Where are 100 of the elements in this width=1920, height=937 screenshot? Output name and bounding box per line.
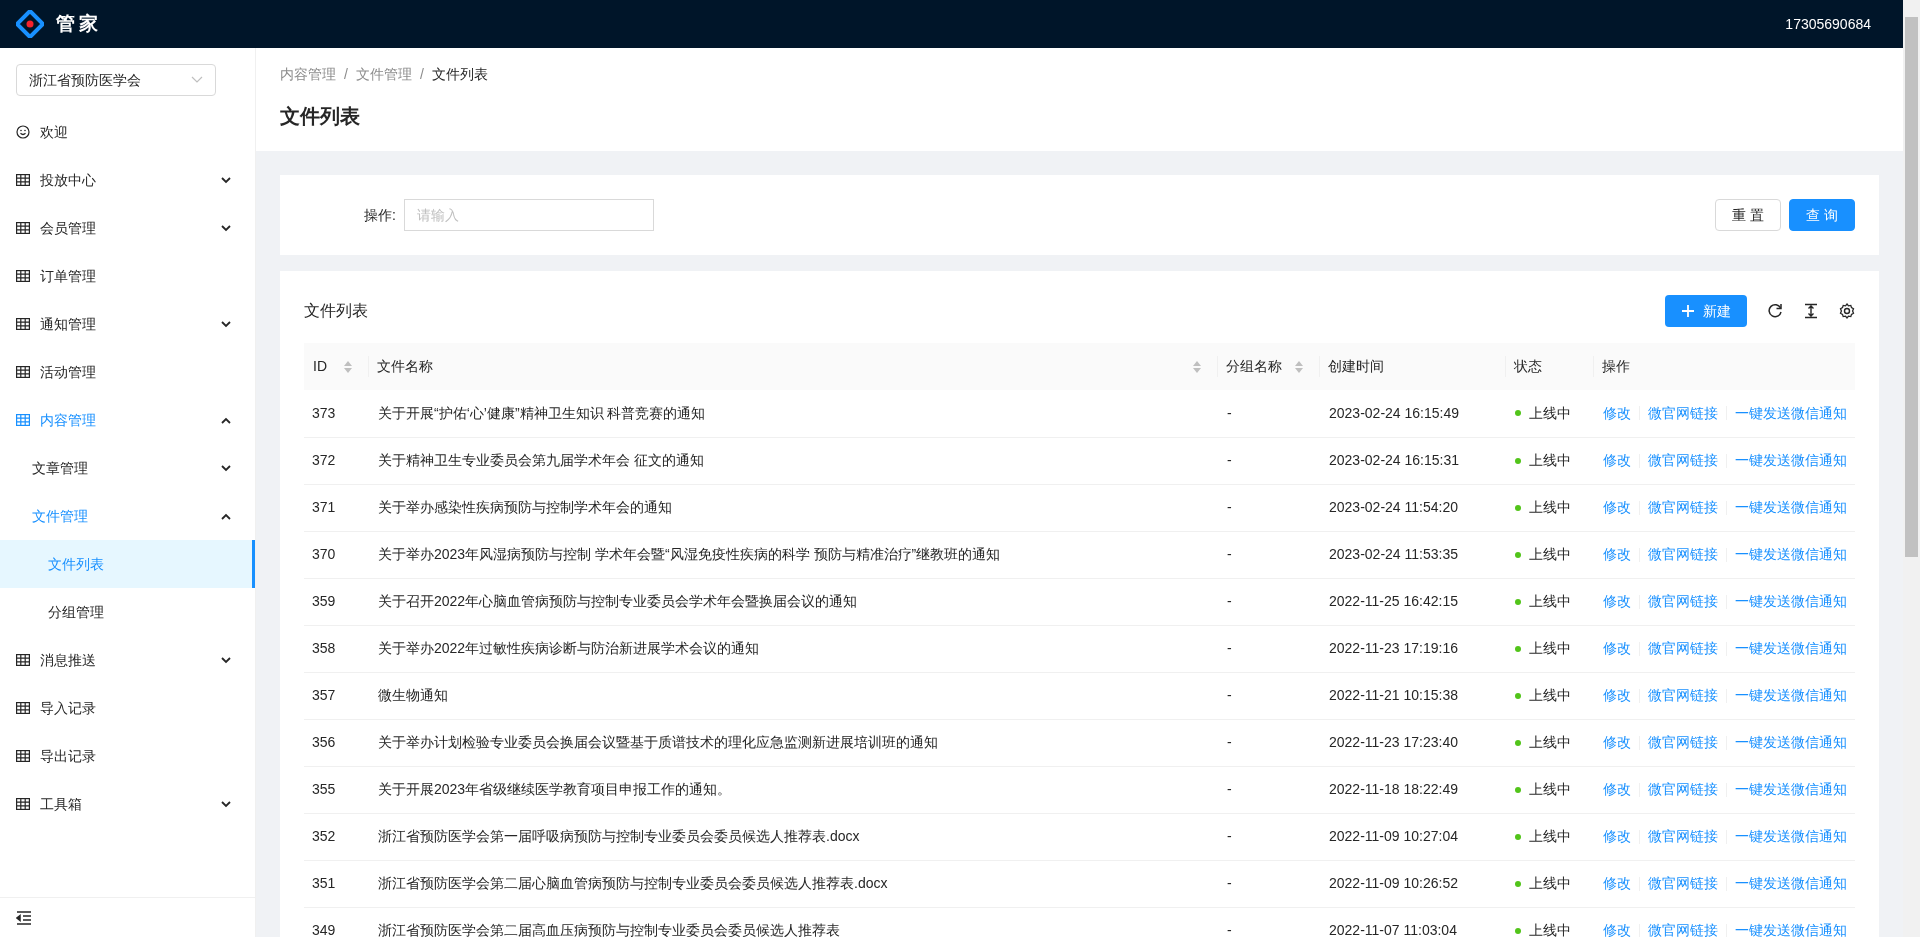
operation-input[interactable]: 请输入 <box>403 199 654 231</box>
action-link[interactable]: 微官网链接 <box>1648 450 1718 471</box>
action-link[interactable]: 一键发送微信通知 <box>1735 873 1847 894</box>
column-header[interactable]: ID <box>304 343 360 390</box>
action-link[interactable]: 修改 <box>1603 873 1631 894</box>
created-time-cell: 2022-11-21 10:15:38 <box>1311 672 1497 719</box>
action-link[interactable]: 微官网链接 <box>1648 779 1718 800</box>
action-link[interactable]: 修改 <box>1603 591 1631 612</box>
scrollbar[interactable] <box>1903 0 1920 937</box>
action-link[interactable]: 修改 <box>1603 450 1631 471</box>
menu-item[interactable]: 活动管理 <box>0 348 255 396</box>
menu-item[interactable]: 文件列表 <box>0 540 255 588</box>
action-link[interactable]: 一键发送微信通知 <box>1735 497 1847 518</box>
action-link[interactable]: 修改 <box>1603 402 1631 424</box>
status-text: 上线中 <box>1529 686 1571 705</box>
table-icon <box>16 750 30 762</box>
menu-item[interactable]: 会员管理 <box>0 204 255 252</box>
status-text: 上线中 <box>1529 498 1571 517</box>
menu-item[interactable]: 导出记录 <box>0 732 255 780</box>
file-name-cell: 微生物通知 <box>360 672 1209 719</box>
created-time-cell: 2023-02-24 16:15:49 <box>1311 390 1497 437</box>
action-link[interactable]: 微官网链接 <box>1648 497 1718 518</box>
action-link[interactable]: 一键发送微信通知 <box>1735 402 1847 424</box>
org-select[interactable]: 浙江省预防医学会 <box>16 64 216 96</box>
action-link[interactable]: 微官网链接 <box>1648 685 1718 706</box>
column-height-icon[interactable] <box>1803 303 1819 319</box>
action-link[interactable]: 微官网链接 <box>1648 920 1718 937</box>
menu-item[interactable]: 内容管理 <box>0 396 255 444</box>
collapse-menu-icon[interactable] <box>16 910 32 925</box>
logo-icon <box>16 10 44 38</box>
id-cell: 358 <box>304 625 360 672</box>
id-cell: 370 <box>304 531 360 578</box>
column-header: 状态 <box>1497 343 1585 390</box>
action-link[interactable]: 微官网链接 <box>1648 402 1718 424</box>
action-link[interactable]: 一键发送微信通知 <box>1735 685 1847 706</box>
action-link[interactable]: 一键发送微信通知 <box>1735 591 1847 612</box>
action-link[interactable]: 修改 <box>1603 779 1631 800</box>
reset-button[interactable]: 重 置 <box>1715 199 1782 231</box>
id-cell: 357 <box>304 672 360 719</box>
file-name-cell: 关于召开2022年心脑血管病预防与控制专业委员会学术年会暨换届会议的通知 <box>360 578 1209 625</box>
menu-item[interactable]: 订单管理 <box>0 252 255 300</box>
action-link[interactable]: 一键发送微信通知 <box>1735 779 1847 800</box>
action-link[interactable]: 一键发送微信通知 <box>1735 826 1847 847</box>
app-title: 管家 <box>56 11 102 36</box>
action-link[interactable]: 微官网链接 <box>1648 826 1718 847</box>
action-link[interactable]: 一键发送微信通知 <box>1735 732 1847 753</box>
chevron-up-icon <box>221 416 231 424</box>
user-phone[interactable]: 17305690684 <box>1785 13 1871 35</box>
action-link[interactable]: 修改 <box>1603 732 1631 753</box>
chevron-down-icon <box>221 320 231 328</box>
file-name-cell: 关于开展2023年省级继续医学教育项目申报工作的通知。 <box>360 766 1209 813</box>
action-link[interactable]: 微官网链接 <box>1648 873 1718 894</box>
breadcrumb-link[interactable]: 内容管理 <box>280 64 336 85</box>
created-time-cell: 2022-11-23 17:23:40 <box>1311 719 1497 766</box>
settings-icon[interactable] <box>1839 303 1855 319</box>
group-cell: - <box>1209 672 1311 719</box>
menu-item[interactable]: 文章管理 <box>0 444 255 492</box>
menu-item[interactable]: 分组管理 <box>0 588 255 636</box>
file-name-cell: 关于举办感染性疾病预防与控制学术年会的通知 <box>360 484 1209 531</box>
file-name-cell: 浙江省预防医学会第二届高血压病预防与控制专业委员会委员候选人推荐表 <box>360 907 1209 937</box>
menu-item[interactable]: 文件管理 <box>0 492 255 540</box>
column-header[interactable]: 分组名称 <box>1209 343 1311 390</box>
action-link[interactable]: 修改 <box>1603 920 1631 937</box>
action-link[interactable]: 一键发送微信通知 <box>1735 544 1847 565</box>
created-time-cell: 2022-11-07 11:03:04 <box>1311 907 1497 937</box>
search-button[interactable]: 查 询 <box>1789 199 1855 231</box>
action-link[interactable]: 一键发送微信通知 <box>1735 638 1847 659</box>
action-link[interactable]: 修改 <box>1603 544 1631 565</box>
breadcrumb-link[interactable]: 文件管理 <box>355 64 412 85</box>
id-cell: 371 <box>304 484 360 531</box>
menu-item[interactable]: 欢迎 <box>0 108 255 156</box>
menu-item[interactable]: 消息推送 <box>0 636 255 684</box>
action-link[interactable]: 微官网链接 <box>1648 638 1718 659</box>
action-link[interactable]: 一键发送微信通知 <box>1735 450 1847 471</box>
action-link[interactable]: 一键发送微信通知 <box>1735 920 1847 937</box>
status-text: 上线中 <box>1529 874 1571 893</box>
id-cell: 359 <box>304 578 360 625</box>
refresh-icon[interactable] <box>1767 303 1783 319</box>
action-link[interactable]: 修改 <box>1603 497 1631 518</box>
id-cell: 356 <box>304 719 360 766</box>
menu-item[interactable]: 通知管理 <box>0 300 255 348</box>
new-button[interactable]: 新建 <box>1665 295 1747 327</box>
action-link[interactable]: 修改 <box>1603 638 1631 659</box>
action-link[interactable]: 微官网链接 <box>1648 591 1718 612</box>
menu-item[interactable]: 投放中心 <box>0 156 255 204</box>
table-icon <box>16 222 30 234</box>
group-cell: - <box>1209 531 1311 578</box>
group-cell: - <box>1209 719 1311 766</box>
file-name-cell: 浙江省预防医学会第二届心脑血管病预防与控制专业委员会委员候选人推荐表.docx <box>360 860 1209 907</box>
status-text: 上线中 <box>1529 827 1571 846</box>
menu-item[interactable]: 导入记录 <box>0 684 255 732</box>
created-time-cell: 2022-11-09 10:26:52 <box>1311 860 1497 907</box>
menu-item[interactable]: 工具箱 <box>0 780 255 828</box>
action-link[interactable]: 微官网链接 <box>1648 544 1718 565</box>
column-header[interactable]: 文件名称 <box>360 343 1209 390</box>
chevron-down-icon <box>221 224 231 232</box>
action-link[interactable]: 修改 <box>1603 826 1631 847</box>
action-link[interactable]: 修改 <box>1603 685 1631 706</box>
status-text: 上线中 <box>1529 451 1571 470</box>
action-link[interactable]: 微官网链接 <box>1648 732 1718 753</box>
